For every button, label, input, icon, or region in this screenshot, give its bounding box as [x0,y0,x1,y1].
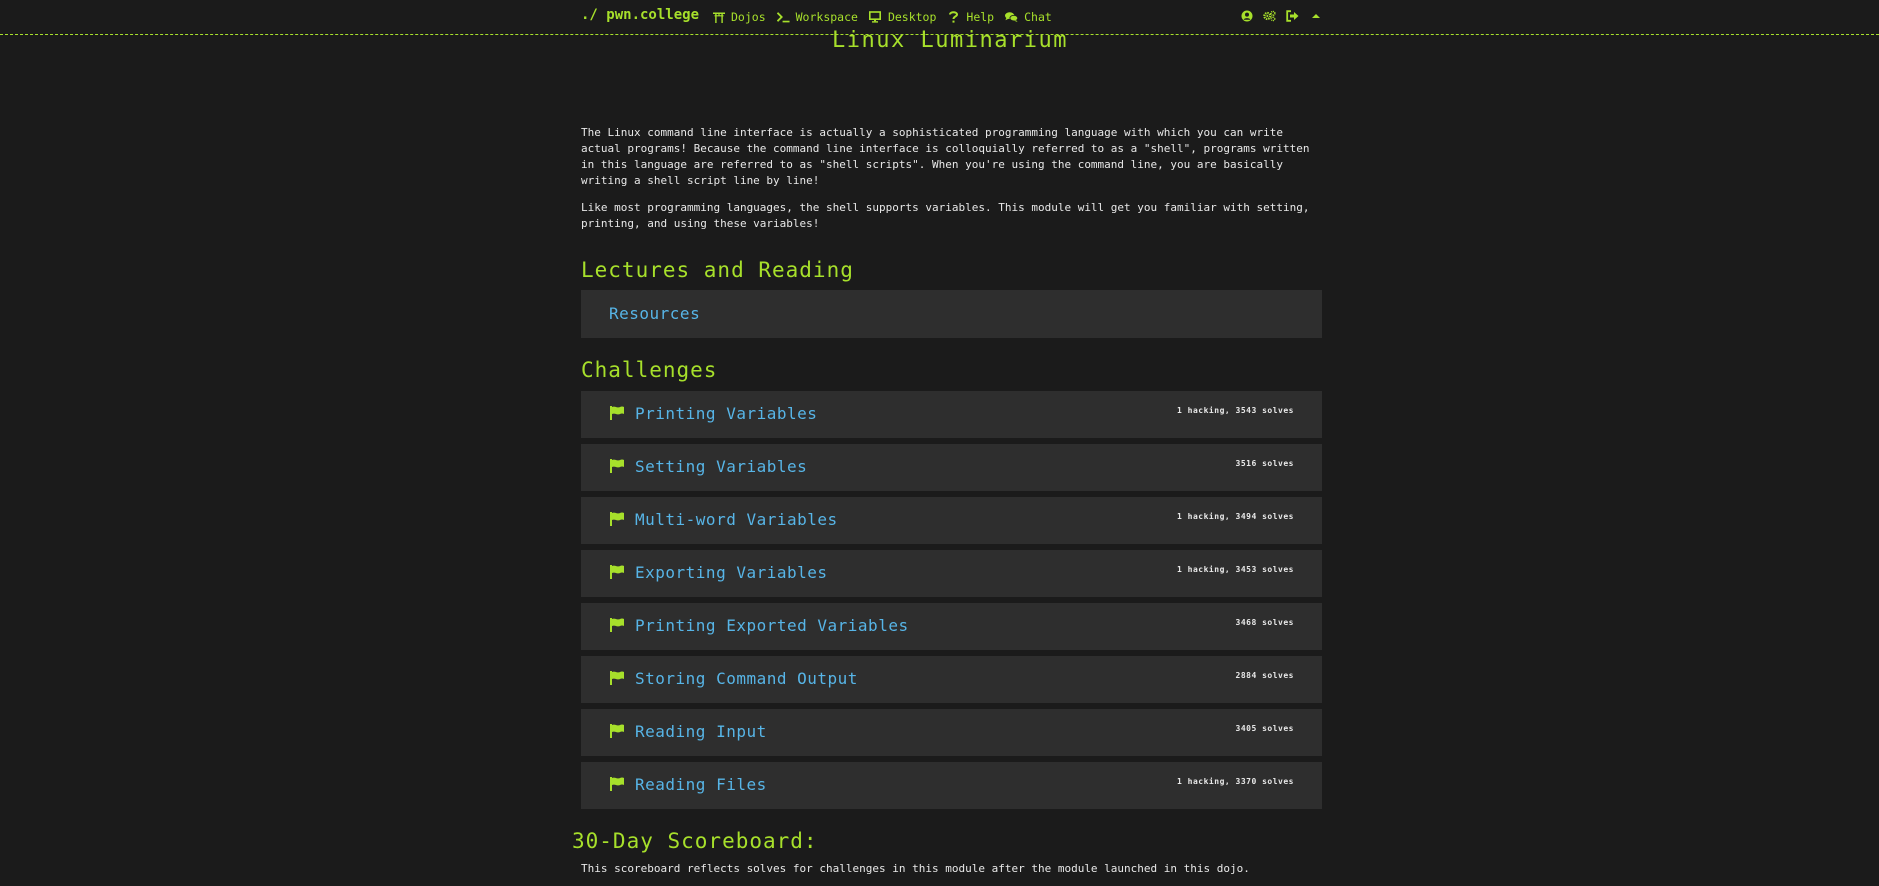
caret-up-icon[interactable] [1309,9,1322,22]
challenge-name: Storing Command Output [635,669,858,688]
scoreboard-description: This scoreboard reflects solves for chal… [581,862,1250,875]
question-icon [947,11,960,23]
flag-icon [610,565,624,579]
challenges-heading: Challenges [581,358,718,382]
module-description-paragraph: Like most programming languages, the she… [581,201,1310,230]
terminal-icon [776,11,790,23]
nav-user-controls [1230,9,1322,22]
resources-accordion-item[interactable]: Resources [581,290,1322,338]
resources-label: Resources [609,304,701,323]
challenge-item-printing-variables[interactable]: Printing Variables 1 hacking, 3543 solve… [581,391,1322,438]
torii-gate-icon [712,11,725,23]
challenge-name: Setting Variables [635,457,808,476]
challenge-stats: 3468 solves [1235,618,1294,627]
nav-link-workspace[interactable]: Workspace [776,10,858,24]
brand-logo-link[interactable]: ./ pwn.college [581,7,699,23]
challenge-stats: 2884 solves [1235,671,1294,680]
flag-icon [610,512,624,526]
challenge-item-reading-files[interactable]: Reading Files 1 hacking, 3370 solves [581,762,1322,809]
challenge-stats: 1 hacking, 3543 solves [1177,406,1294,415]
comments-icon [1005,11,1019,23]
challenge-list: Printing Variables 1 hacking, 3543 solve… [581,391,1322,815]
challenge-item-exporting-variables[interactable]: Exporting Variables 1 hacking, 3453 solv… [581,550,1322,597]
settings-icon[interactable] [1263,9,1276,22]
nav-link-chat[interactable]: Chat [1005,10,1052,24]
user-circle-icon[interactable] [1240,9,1253,22]
challenge-name: Reading Files [635,775,767,794]
flag-icon [610,406,624,420]
nav-link-label: Dojos [731,10,766,24]
challenge-stats: 1 hacking, 3453 solves [1177,565,1294,574]
flag-icon [610,618,624,632]
challenge-item-reading-input[interactable]: Reading Input 3405 solves [581,709,1322,756]
challenge-item-setting-variables[interactable]: Setting Variables 3516 solves [581,444,1322,491]
challenge-stats: 3405 solves [1235,724,1294,733]
nav-link-label: Workspace [795,10,858,24]
lectures-heading: Lectures and Reading [581,258,854,282]
nav-link-label: Desktop [887,10,937,24]
logout-icon[interactable] [1286,9,1299,22]
nav-links: Dojos Workspace Desktop Help Chat [712,10,1063,24]
page-title: Linux Luminarium [832,28,1068,53]
challenge-item-printing-exported-variables[interactable]: Printing Exported Variables 3468 solves [581,603,1322,650]
challenge-name: Printing Exported Variables [635,616,909,635]
challenge-name: Reading Input [635,722,767,741]
challenge-stats: 1 hacking, 3494 solves [1177,512,1294,521]
module-description-paragraph: The Linux command line interface is actu… [581,126,1310,187]
nav-link-dojos[interactable]: Dojos [712,10,766,24]
desktop-icon [869,11,882,23]
challenge-stats: 1 hacking, 3370 solves [1177,777,1294,786]
challenge-item-storing-command-output[interactable]: Storing Command Output 2884 solves [581,656,1322,703]
flag-icon [610,777,624,791]
nav-link-desktop[interactable]: Desktop [869,10,936,24]
scoreboard-heading: 30-Day Scoreboard: [572,829,818,853]
flag-icon [610,459,624,473]
flag-icon [610,724,624,738]
nav-link-label: Chat [1024,10,1052,24]
challenge-stats: 3516 solves [1235,459,1294,468]
challenge-name: Printing Variables [635,404,818,423]
nav-link-label: Help [966,10,995,24]
challenge-name: Multi-word Variables [635,510,838,529]
challenge-name: Exporting Variables [635,563,828,582]
challenge-item-multi-word-variables[interactable]: Multi-word Variables 1 hacking, 3494 sol… [581,497,1322,544]
flag-icon [610,671,624,685]
nav-link-help[interactable]: Help [947,10,994,24]
